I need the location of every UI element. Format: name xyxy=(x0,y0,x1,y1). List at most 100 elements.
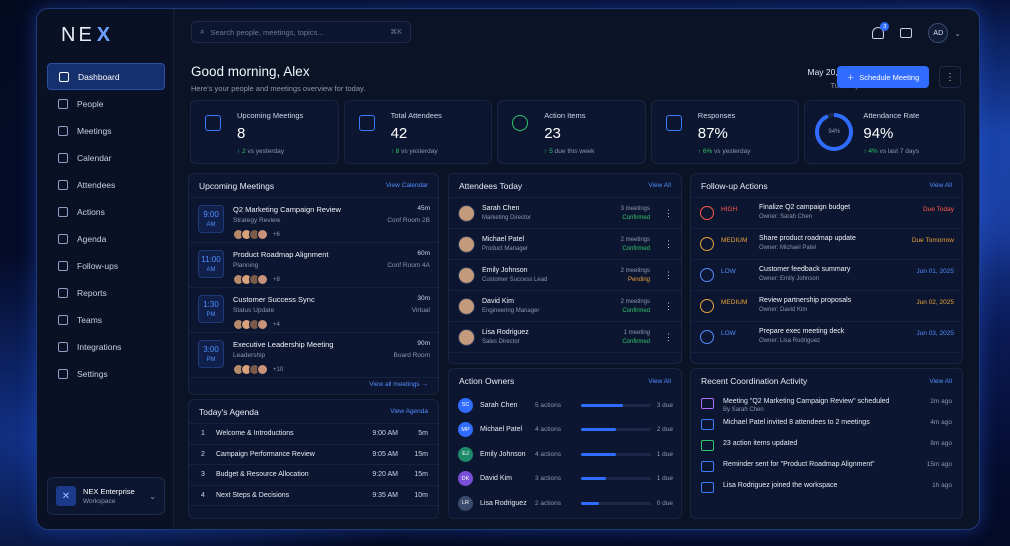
stat-value: 94% xyxy=(863,125,894,142)
view-all-link[interactable]: View All xyxy=(929,182,952,189)
followup-row[interactable]: HIGH Finalize Q2 campaign budget Owner: Sa… xyxy=(691,198,962,229)
stat-delta: ↑ 2 xyxy=(237,148,246,155)
followup-name: Prepare exec meeting deck xyxy=(759,328,845,335)
attendees-icon xyxy=(58,179,68,190)
sidebar-item-reports[interactable]: Reports xyxy=(47,279,165,306)
stat-card[interactable]: Action Items 23 ↑ 5 due this week xyxy=(497,100,646,164)
sidebar-item-settings[interactable]: Settings xyxy=(47,360,165,387)
panel-title: Recent Coordination Activity xyxy=(701,376,808,386)
activity-row[interactable]: Michael Patel invited 8 attendees to 2 m… xyxy=(691,414,962,435)
followup-row[interactable]: LOW Prepare exec meeting deck Owner: Lisa … xyxy=(691,322,962,353)
attendee-row[interactable]: Emily Johnson Customer Success Lead 2 meet… xyxy=(449,260,681,291)
priority-label: MEDIUM xyxy=(721,237,748,244)
sidebar-item-agenda[interactable]: Agenda xyxy=(47,225,165,252)
activity-info: 23 action items updated xyxy=(723,440,930,447)
stat-value: 42 xyxy=(390,125,408,142)
owner-row[interactable]: MP Michael Patel 4 actions 2 due xyxy=(449,418,681,443)
meeting-row[interactable]: 1:30 PM Customer Success Sync Status Update… xyxy=(189,288,438,333)
attendee-role: Customer Success Lead xyxy=(482,277,548,283)
followup-row[interactable]: LOW Customer feedback summary Owner: Emily… xyxy=(691,260,962,291)
activity-row[interactable]: Reminder sent for "Product Roadmap Align… xyxy=(691,456,962,477)
activity-row[interactable]: Meeting "Q2 Marketing Campaign Review" s… xyxy=(691,393,962,414)
workspace-switcher[interactable]: ✕ NEX Enterprise Workspace ⌄ xyxy=(47,477,165,515)
sidebar-item-calendar[interactable]: Calendar xyxy=(47,144,165,171)
activity-row[interactable]: 23 action items updated 8m ago xyxy=(691,435,962,456)
owner-row[interactable]: SC Sarah Chen 5 actions 3 due xyxy=(449,393,681,418)
view-all-link[interactable]: View All xyxy=(648,182,671,189)
more-options-icon[interactable]: ⋮ xyxy=(664,239,673,250)
stat-delta: ↑ 5 xyxy=(544,148,553,155)
sidebar-item-actions[interactable]: Actions xyxy=(47,198,165,225)
more-options-icon[interactable]: ⋮ xyxy=(664,270,673,281)
sidebar-item-dashboard[interactable]: Dashboard xyxy=(47,63,165,90)
meeting-category: Leadership xyxy=(233,352,266,359)
chat-icon[interactable] xyxy=(900,28,913,38)
progress-fill xyxy=(581,452,616,456)
view-calendar-link[interactable]: View Calendar xyxy=(386,182,428,189)
followup-owner: Owner: Emily Johnson xyxy=(759,276,820,282)
schedule-meeting-button[interactable]: ＋ Schedule Meeting xyxy=(837,66,929,88)
attendee-row[interactable]: David Kim Engineering Manager 2 meetings Co… xyxy=(449,291,681,322)
view-agenda-link[interactable]: View Agenda xyxy=(390,408,428,415)
owner-row[interactable]: DK David Kim 3 actions 1 due xyxy=(449,467,681,492)
people-icon xyxy=(701,419,714,430)
plus-icon: ＋ xyxy=(846,72,855,82)
more-options-button[interactable]: ⋮ xyxy=(939,66,961,88)
meeting-row[interactable]: 11:00 AM Product Roadmap Alignment Planning… xyxy=(189,243,438,288)
attendee-row[interactable]: Sarah Chen Marketing Director 3 meetings Co… xyxy=(449,198,681,229)
more-options-icon[interactable]: ⋮ xyxy=(664,332,673,343)
meeting-row[interactable]: 9:00 AM Q2 Marketing Campaign Review Strate… xyxy=(189,198,438,243)
sidebar-item-integrations[interactable]: Integrations xyxy=(47,333,165,360)
search-icon: ⌕ xyxy=(200,27,205,36)
followup-row[interactable]: MEDIUM Review partnership proposals Owner:… xyxy=(691,291,962,322)
owner-row[interactable]: LR Lisa Rodriguez 2 actions 0 due xyxy=(449,491,681,516)
meeting-row[interactable]: 3:00 PM Executive Leadership Meeting Leader… xyxy=(189,333,438,378)
activity-time: 15m ago xyxy=(926,461,952,468)
agenda-row[interactable]: 1 Welcome & Introductions 9:00 AM 5m xyxy=(189,424,438,445)
sidebar-item-people[interactable]: People xyxy=(47,90,165,117)
user-menu[interactable]: AD ⌄ xyxy=(928,23,961,43)
bell-icon[interactable]: 3 xyxy=(872,22,890,39)
sidebar-item-attendees[interactable]: Attendees xyxy=(47,171,165,198)
followup-name: Customer feedback summary xyxy=(759,266,851,273)
more-options-icon[interactable]: ⋮ xyxy=(664,208,673,219)
stat-card[interactable]: Upcoming Meetings 8 ↑ 2 vs yesterday xyxy=(190,100,339,164)
stat-card[interactable]: Responses 87% ↑ 6% vs yesterday xyxy=(650,100,800,164)
attendee-row[interactable]: Lisa Rodriguez Sales Director 1 meeting Con… xyxy=(449,322,681,353)
activity-time: 2m ago xyxy=(930,398,952,405)
activity-row[interactable]: Lisa Rodriguez joined the workspace 1h ag… xyxy=(691,477,962,498)
attendee-meetings: 2 meetings xyxy=(620,267,650,274)
owner-row[interactable]: EJ Emily Johnson 4 actions 1 due xyxy=(449,442,681,467)
owner-name: Lisa Rodriguez xyxy=(480,499,527,507)
chevron-down-icon: ⌄ xyxy=(149,491,156,501)
search-input[interactable]: ⌕ Search people, meetings, topics... ⌘K xyxy=(191,21,411,43)
followup-row[interactable]: MEDIUM Share product roadmap update Owner:… xyxy=(691,229,962,260)
owner-name: Michael Patel xyxy=(480,426,523,434)
sidebar-item-teams[interactable]: Teams xyxy=(47,306,165,333)
integrations-icon xyxy=(58,341,68,352)
attendee-info: Michael Patel Product Manager xyxy=(482,236,621,252)
followup-info: Customer feedback summary Owner: Emily Jo… xyxy=(759,266,916,282)
sidebar-item-follow-ups[interactable]: Follow-ups xyxy=(47,252,165,279)
stat-card[interactable]: Total Attendees 42 ↑ 8 vs yesterday xyxy=(343,100,493,164)
activity-text: Meeting "Q2 Marketing Campaign Review" s… xyxy=(723,398,890,405)
sidebar-item-meetings[interactable]: Meetings xyxy=(47,117,165,144)
meeting-room: Conf Room 4A xyxy=(387,262,430,269)
view-all-meetings-link[interactable]: View all meetings → xyxy=(369,381,428,388)
meeting-avatars: +6 xyxy=(233,229,387,240)
nex-logo[interactable]: NE X xyxy=(37,9,173,61)
progress-fill xyxy=(581,477,606,481)
attendee-row[interactable]: Michael Patel Product Manager 2 meetings Co… xyxy=(449,229,681,260)
view-all-link[interactable]: View All xyxy=(929,378,952,385)
agenda-row[interactable]: 2 Campaign Performance Review 9:05 AM 15m xyxy=(189,445,438,465)
followup-info: Review partnership proposals Owner: David… xyxy=(759,297,916,313)
agenda-row[interactable]: 3 Budget & Resource Allocation 9:20 AM 15m xyxy=(189,465,438,486)
more-options-icon[interactable]: ⋮ xyxy=(664,301,673,312)
stat-card[interactable]: 94% Attendance Rate 94% ↑ 4% vs last 7 d… xyxy=(804,100,965,164)
stat-delta: ↑ 6% xyxy=(697,148,713,155)
progress-bar xyxy=(581,501,651,505)
agenda-row[interactable]: 4 Next Steps & Decisions 9:35 AM 10m xyxy=(189,486,438,506)
follow-ups-icon xyxy=(58,260,68,271)
view-all-link[interactable]: View All xyxy=(648,378,671,385)
progress-bar xyxy=(581,452,651,456)
